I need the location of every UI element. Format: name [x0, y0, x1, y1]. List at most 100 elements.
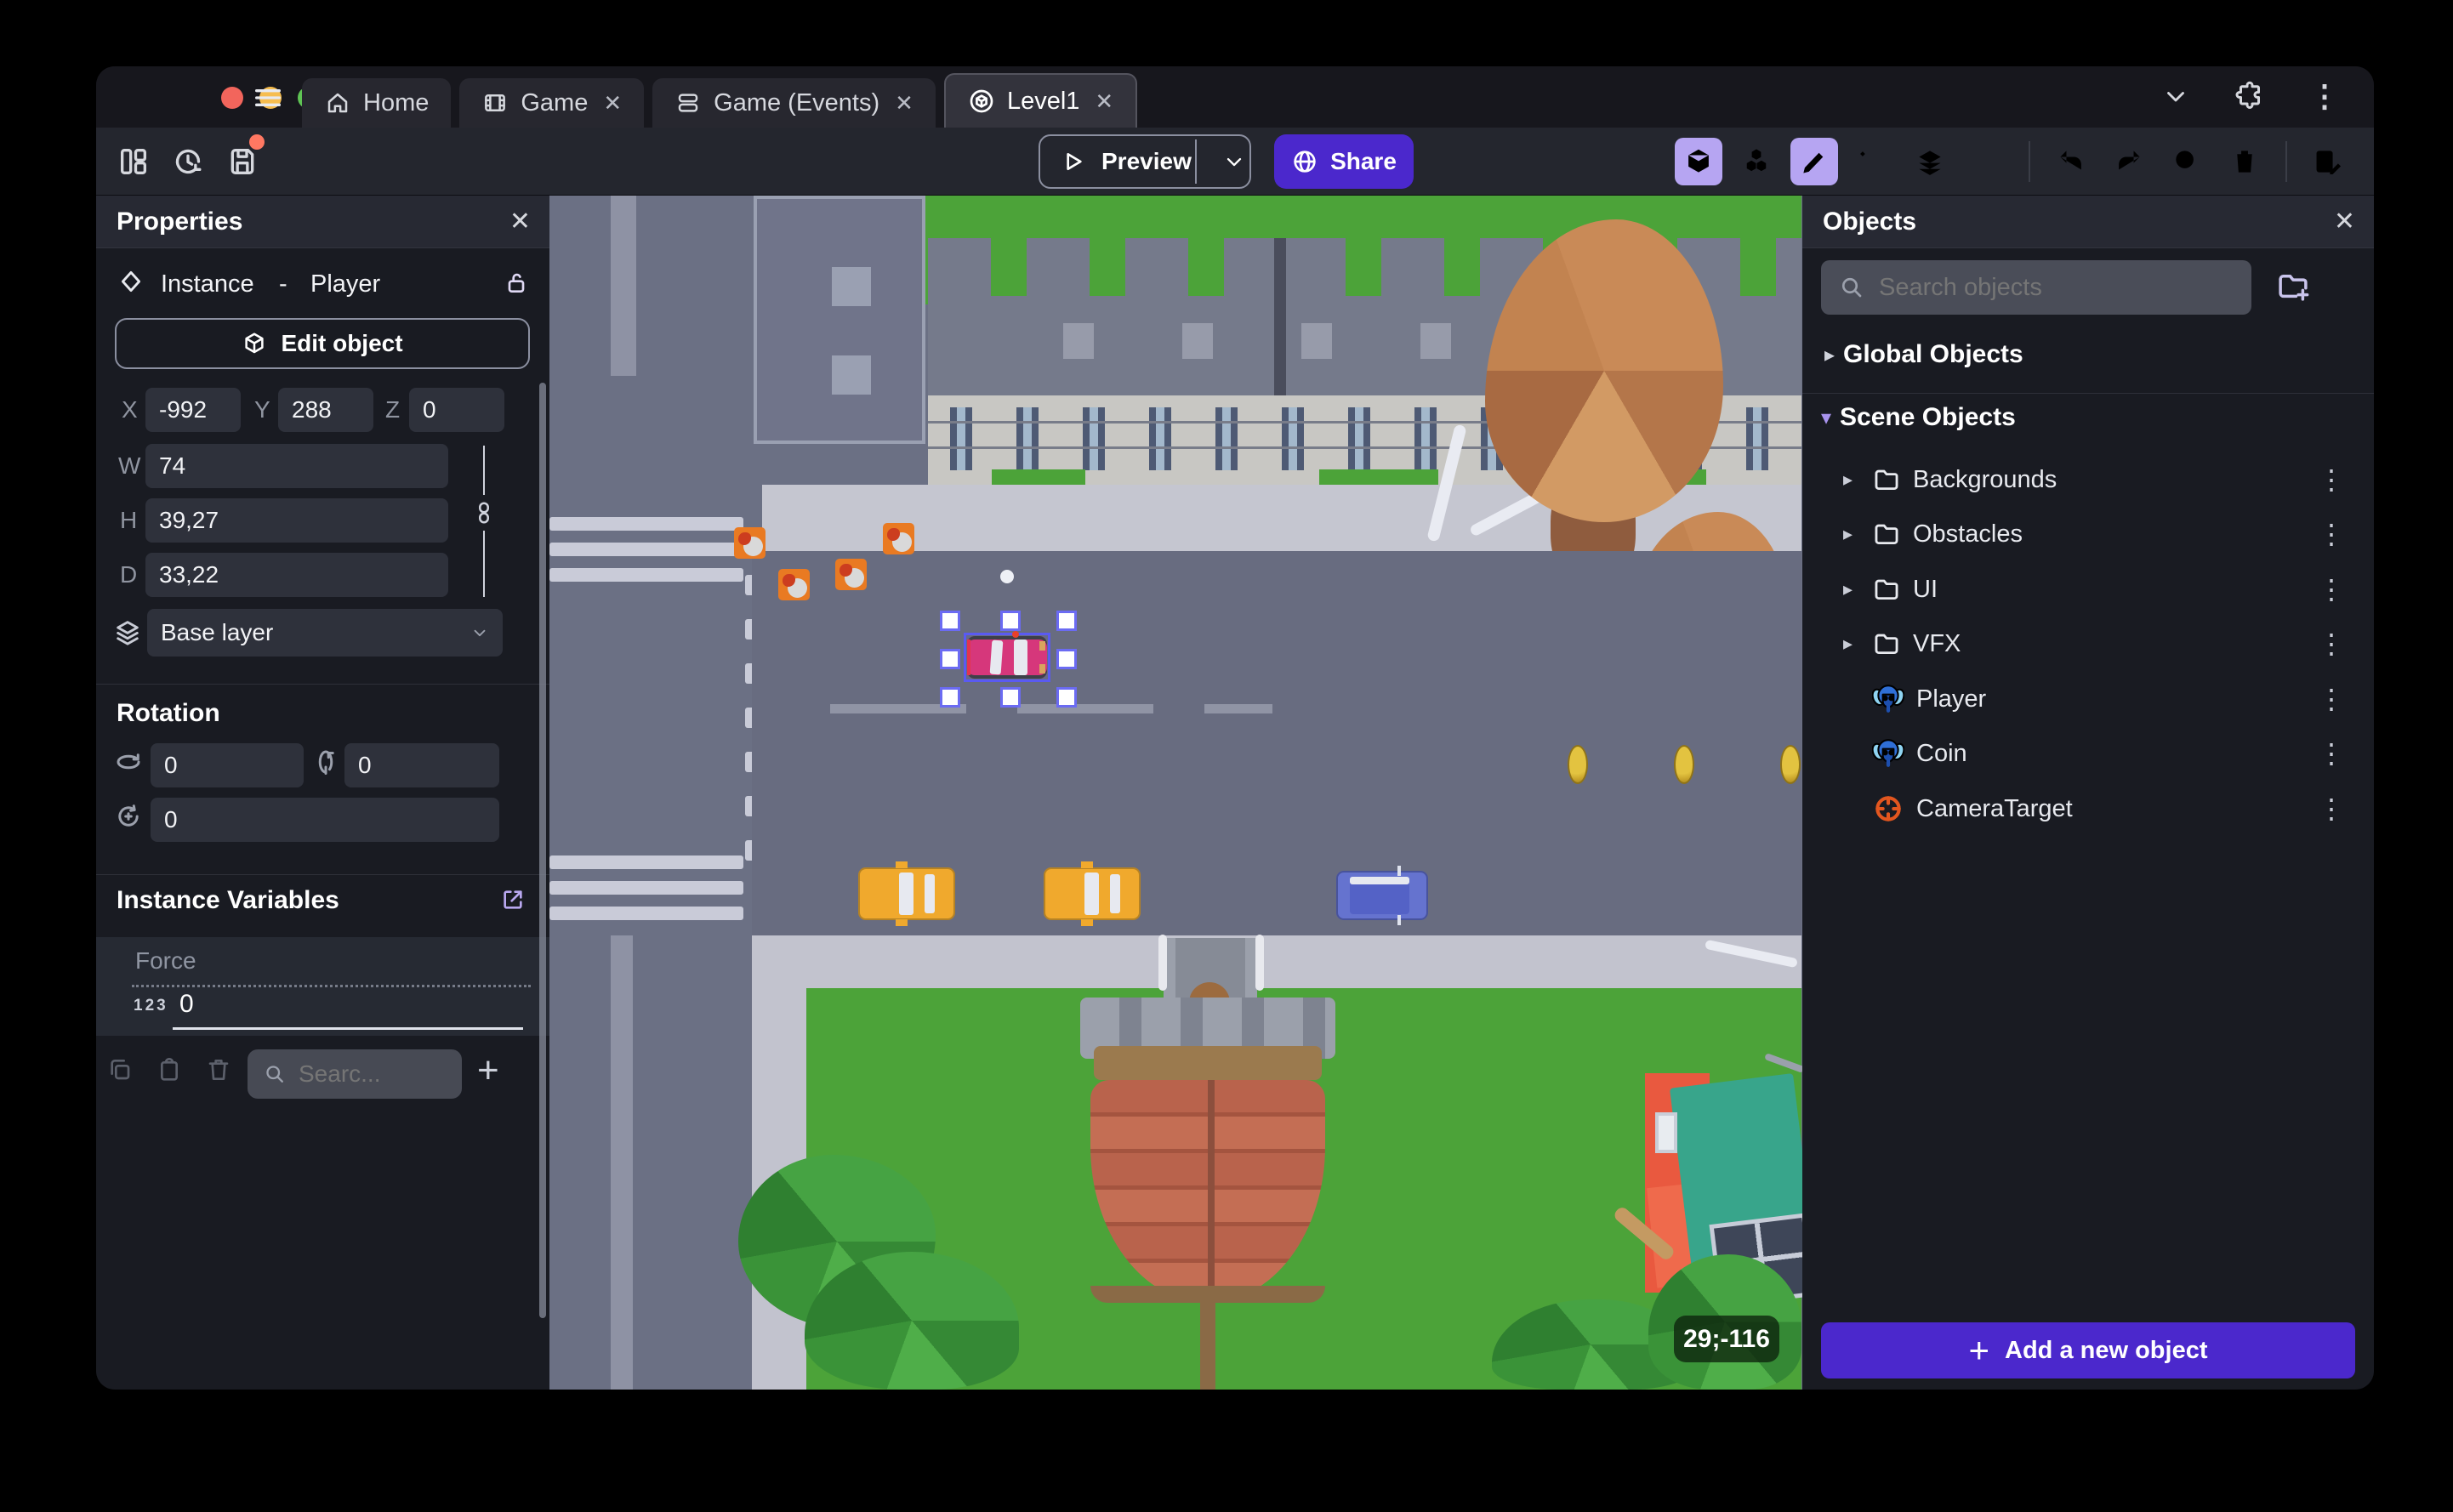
view-3d-icon[interactable] [1675, 138, 1722, 185]
copy-icon[interactable] [106, 1056, 134, 1083]
tree-row-obstacles[interactable]: ▸ Obstacles ⋮ [1802, 507, 2374, 561]
zoom-in-icon[interactable] [2163, 138, 2211, 185]
player-car-sprite[interactable] [967, 636, 1047, 679]
tree-row-backgrounds[interactable]: ▸ Backgrounds ⋮ [1802, 452, 2374, 507]
kebab-menu-icon[interactable]: ⋮ [2318, 463, 2345, 496]
add-folder-icon[interactable] [2275, 269, 2311, 304]
objects-search-input[interactable] [1879, 273, 2202, 302]
panels-layout-icon[interactable] [111, 139, 156, 184]
close-icon[interactable]: ✕ [2334, 207, 2355, 236]
rotation-y-input[interactable] [344, 743, 499, 787]
tab-game-events[interactable]: Game (Events) ✕ [652, 78, 936, 128]
grid-icon[interactable] [1964, 138, 2012, 185]
tab-close-icon[interactable]: ✕ [895, 90, 913, 117]
redo-icon[interactable] [2105, 138, 2153, 185]
expand-icon[interactable]: ▸ [1843, 469, 1872, 491]
depth-input[interactable] [145, 553, 448, 597]
resize-handle[interactable] [940, 687, 960, 708]
kebab-menu-icon[interactable]: ⋮ [2318, 793, 2345, 825]
kebab-menu-icon[interactable]: ⋮ [2318, 573, 2345, 605]
add-new-object-button[interactable]: + Add a new object [1821, 1322, 2355, 1378]
chevron-down-icon[interactable] [2161, 82, 2190, 111]
external-link-icon[interactable] [499, 886, 526, 913]
kebab-menu-icon[interactable]: ⋮ [2318, 518, 2345, 550]
unlock-icon[interactable] [503, 269, 530, 296]
coin-sprite[interactable] [1780, 745, 1801, 784]
variables-search[interactable] [248, 1049, 462, 1099]
crate-sprite[interactable] [778, 569, 810, 600]
trash-icon[interactable] [2221, 138, 2268, 185]
tab-home[interactable]: Home [302, 78, 452, 128]
layers-icon[interactable] [1906, 138, 1954, 185]
variable-value[interactable]: 0 [179, 990, 194, 1019]
menu-icon[interactable] [249, 82, 287, 114]
resize-handle[interactable] [1056, 611, 1077, 631]
variables-search-input[interactable] [299, 1060, 435, 1088]
resize-handle[interactable] [940, 611, 960, 631]
rotation-z-input[interactable] [151, 798, 499, 842]
add-variable-button[interactable]: + [477, 1049, 499, 1092]
tree-row-coin[interactable]: Coin ⋮ [1802, 726, 2374, 781]
instances-list-icon[interactable] [1848, 138, 1896, 185]
yellow-car-sprite[interactable] [1044, 861, 1141, 926]
coin-sprite[interactable] [1568, 745, 1588, 784]
preview-dropdown-icon[interactable] [1222, 150, 1246, 173]
expand-icon[interactable]: ▸ [1843, 523, 1872, 545]
z-input[interactable] [409, 388, 504, 432]
building-tower[interactable] [754, 196, 925, 444]
rotation-handle-dot[interactable] [1000, 570, 1014, 583]
save-icon[interactable] [220, 134, 265, 184]
scrollbar-thumb[interactable] [539, 383, 546, 1318]
blue-car-sprite[interactable] [1336, 866, 1428, 925]
width-input[interactable] [145, 444, 448, 488]
expand-icon[interactable]: ▸ [1843, 578, 1872, 600]
kebab-menu-icon[interactable]: ⋮ [2309, 78, 2340, 114]
edit-pencil-icon[interactable] [1790, 138, 1838, 185]
trash-icon[interactable] [205, 1056, 232, 1083]
share-button[interactable]: Share [1274, 134, 1414, 189]
open-events-editor-icon[interactable] [2304, 138, 2352, 185]
layer-select[interactable]: Base layer [147, 609, 503, 657]
objects-search[interactable] [1821, 260, 2251, 315]
height-input[interactable] [145, 498, 448, 543]
tab-level1[interactable]: Level1 ✕ [943, 73, 1138, 128]
resize-handle[interactable] [1056, 649, 1077, 669]
tab-game[interactable]: Game ✕ [459, 78, 645, 128]
paste-icon[interactable] [156, 1056, 183, 1083]
kebab-menu-icon[interactable]: ⋮ [2318, 683, 2345, 715]
coin-sprite[interactable] [1674, 745, 1694, 784]
kebab-menu-icon[interactable]: ⋮ [2318, 737, 2345, 770]
tab-close-icon[interactable]: ✕ [603, 90, 622, 117]
scene-objects-section[interactable]: ▾ Scene Objects [1813, 403, 2016, 432]
kebab-menu-icon[interactable]: ⋮ [2318, 628, 2345, 660]
resize-handle[interactable] [1056, 687, 1077, 708]
resize-handle[interactable] [1000, 687, 1021, 708]
crate-sprite[interactable] [835, 559, 867, 590]
resize-handle[interactable] [1000, 611, 1021, 631]
edit-object-button[interactable]: Edit object [115, 318, 530, 369]
resize-handle[interactable] [940, 649, 960, 669]
yellow-car-sprite[interactable] [858, 861, 955, 926]
link-dimensions-icon[interactable] [471, 500, 497, 526]
tree-row-player[interactable]: Player ⋮ [1802, 672, 2374, 726]
rotation-x-input[interactable] [151, 743, 304, 787]
extensions-puzzle-icon[interactable] [2234, 81, 2265, 111]
tree-row-vfx[interactable]: ▸ VFX ⋮ [1802, 617, 2374, 671]
expand-icon[interactable]: ▸ [1843, 633, 1872, 655]
crate-sprite[interactable] [883, 523, 914, 554]
variable-name[interactable]: Force [135, 947, 196, 975]
x-input[interactable] [145, 388, 241, 432]
tree-row-ui[interactable]: ▸ UI ⋮ [1802, 562, 2374, 617]
traffic-close-button[interactable] [221, 87, 243, 109]
tab-close-icon[interactable]: ✕ [1095, 88, 1113, 115]
scene-viewport[interactable]: 29;-116 [549, 196, 1802, 1390]
close-icon[interactable]: ✕ [509, 207, 531, 236]
y-input[interactable] [278, 388, 373, 432]
history-icon[interactable] [166, 139, 210, 184]
global-objects-section[interactable]: ▸ Global Objects [1816, 340, 2023, 369]
undo-icon[interactable] [2047, 138, 2095, 185]
objects-cubes-icon[interactable] [1733, 138, 1780, 185]
preview-button[interactable]: Preview [1039, 134, 1251, 189]
tree-row-cameratarget[interactable]: CameraTarget ⋮ [1802, 782, 2374, 836]
crate-sprite[interactable] [734, 527, 765, 559]
